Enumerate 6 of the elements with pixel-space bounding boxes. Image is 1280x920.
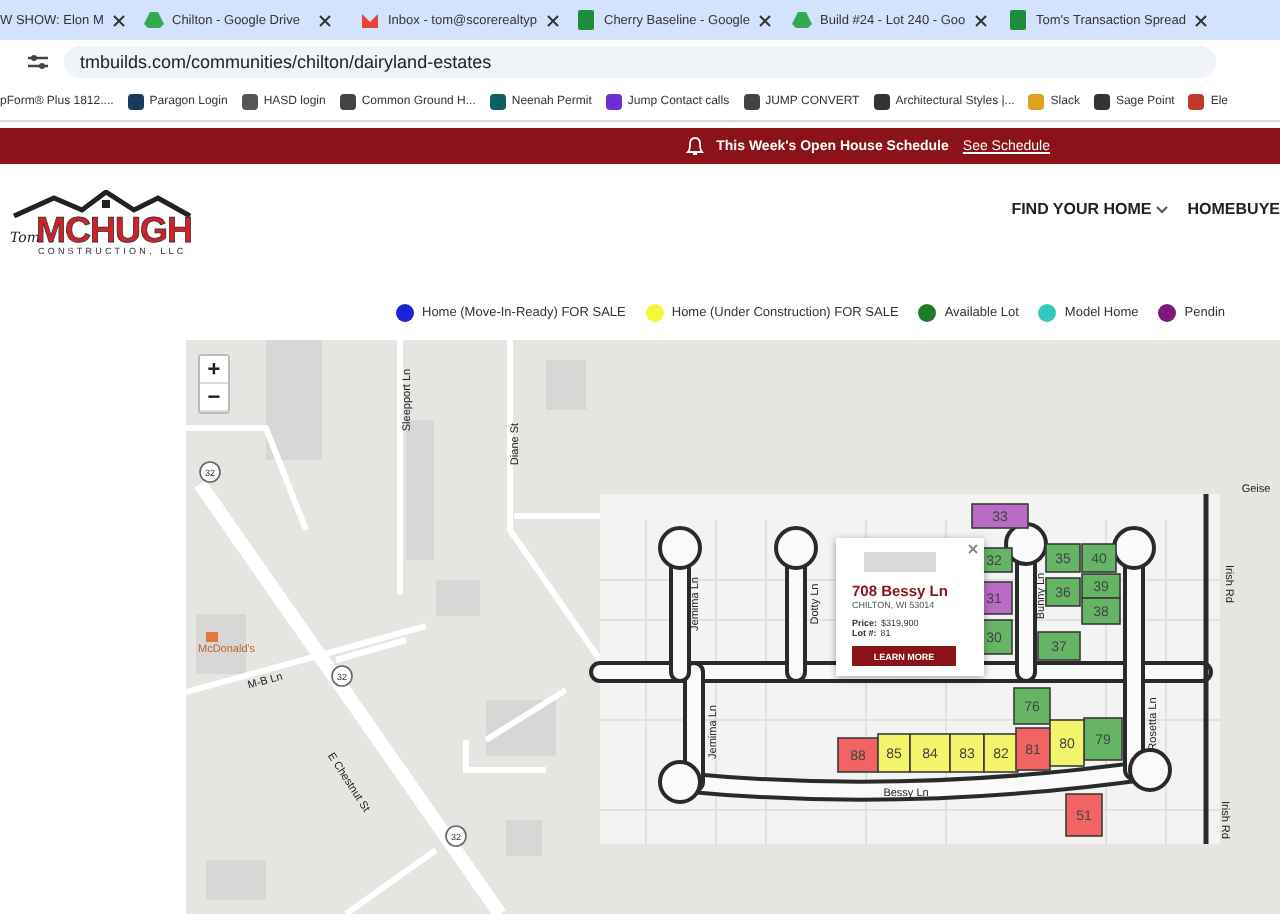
- address-bar[interactable]: tmbuilds.com/communities/chilton/dairyland-estates: [64, 46, 1216, 78]
- nav-link[interactable]: FIND YOUR HOME: [1011, 200, 1168, 218]
- nav-link[interactable]: HOMEBUYE: [1187, 200, 1280, 218]
- zoom-out-button[interactable]: −: [200, 384, 228, 412]
- logo-name: MCHUGH: [35, 213, 192, 245]
- zoom-in-button[interactable]: +: [200, 356, 228, 384]
